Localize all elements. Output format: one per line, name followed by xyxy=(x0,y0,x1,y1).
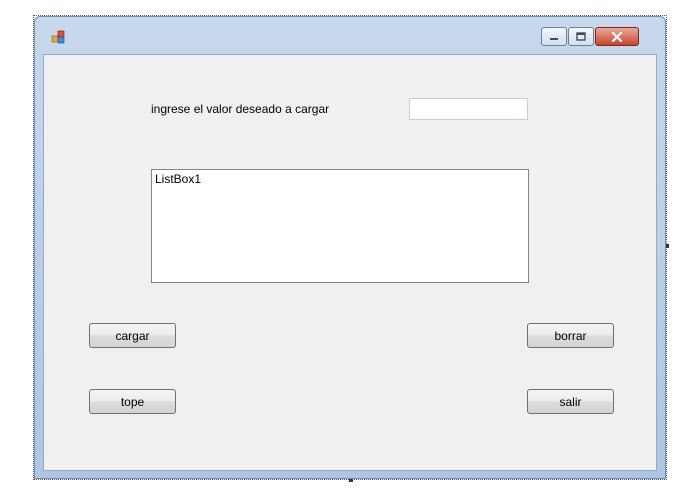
minimize-button[interactable] xyxy=(541,27,567,46)
borrar-button[interactable]: borrar xyxy=(527,323,614,348)
app-icon xyxy=(51,30,65,44)
value-input[interactable] xyxy=(409,98,528,120)
list-item[interactable]: ListBox1 xyxy=(155,172,525,186)
prompt-label: ingrese el valor deseado a cargar xyxy=(151,102,330,116)
salir-button[interactable]: salir xyxy=(527,389,614,414)
close-icon xyxy=(611,31,623,42)
tope-button[interactable]: tope xyxy=(89,389,176,414)
title-bar[interactable] xyxy=(35,17,665,55)
listbox[interactable]: ListBox1 xyxy=(151,169,529,283)
form-client-area: ingrese el valor deseado a cargar ListBo… xyxy=(43,54,657,471)
cargar-button[interactable]: cargar xyxy=(89,323,176,348)
form-window: ingrese el valor deseado a cargar ListBo… xyxy=(34,16,666,479)
minimize-icon xyxy=(550,37,558,40)
close-button[interactable] xyxy=(595,27,639,46)
maximize-button[interactable] xyxy=(568,27,594,46)
maximize-icon xyxy=(576,32,586,41)
